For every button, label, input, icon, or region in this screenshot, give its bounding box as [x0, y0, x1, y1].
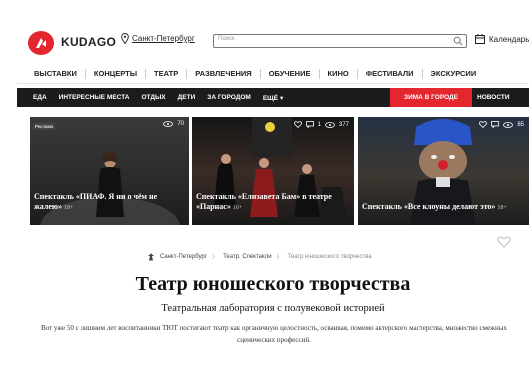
- heart-icon[interactable]: [479, 121, 488, 128]
- card-title: Спектакль «ПИАФ. Я ни о чём не жалею» 18…: [34, 192, 185, 213]
- eye-icon: [163, 121, 174, 127]
- city-name[interactable]: Санкт-Петербург: [132, 34, 195, 43]
- featured-cards: Реклама 70 Спектакль «ПИАФ. Я ни о чём н…: [17, 117, 529, 225]
- cat-cinema[interactable]: КИНО: [320, 68, 358, 79]
- location-pin-icon: [121, 33, 129, 44]
- cat-concerts[interactable]: КОНЦЕРТЫ: [86, 68, 147, 79]
- views-count: 70: [177, 121, 184, 127]
- sub-food[interactable]: ЕДА: [17, 94, 53, 101]
- sub-more-dropdown[interactable]: ЕЩЁ ▾: [257, 94, 289, 102]
- breadcrumb-city[interactable]: Санкт-Петербург: [160, 254, 207, 260]
- breadcrumb-current: Театр юношеского творчества: [287, 253, 372, 260]
- sub-outside-city[interactable]: ЗА ГОРОДОМ: [201, 94, 257, 101]
- page: KUDAGO Санкт-Петербург Поиск Календарь В…: [17, 20, 529, 369]
- sub-kids[interactable]: ДЕТИ: [172, 94, 202, 101]
- age-rating: 16+: [232, 205, 243, 211]
- event-card[interactable]: 1 377 Спектакль «Елизавета Бам» в театре…: [192, 117, 354, 225]
- winter-in-city-button[interactable]: ЗИМА В ГОРОДЕ: [390, 88, 472, 107]
- card-stats: 70: [163, 121, 184, 127]
- sub-places[interactable]: ИНТЕРЕСНЫЕ МЕСТА: [53, 94, 136, 101]
- home-icon[interactable]: [147, 253, 155, 261]
- sub-rest[interactable]: ОТДЫХ: [135, 94, 171, 101]
- event-card[interactable]: 85 Спектакль «Все клоуны делают это» 18+: [358, 117, 529, 225]
- calendar-link[interactable]: Календарь: [475, 34, 529, 44]
- calendar-icon: [475, 34, 485, 44]
- search-placeholder: Поиск: [218, 36, 235, 42]
- ad-tag: Реклама: [33, 123, 56, 130]
- category-menu: ВЫСТАВКИ КОНЦЕРТЫ ТЕАТР РАЗВЛЕЧЕНИЯ ОБУЧ…: [17, 64, 529, 84]
- breadcrumb-separator: 〉: [276, 255, 283, 261]
- cat-education[interactable]: ОБУЧЕНИЕ: [261, 68, 320, 79]
- eye-icon: [325, 121, 335, 128]
- card-stats: 1 377: [293, 121, 349, 128]
- card-title-text: Спектакль «ПИАФ. Я ни о чём не жалею»: [34, 192, 158, 211]
- breadcrumb-category[interactable]: Театр. Спектакли: [223, 254, 271, 260]
- cat-festivals[interactable]: ФЕСТИВАЛИ: [358, 68, 423, 79]
- heart-icon[interactable]: [293, 121, 302, 128]
- logo-mark-icon[interactable]: [28, 31, 54, 55]
- card-stats: 85: [479, 121, 524, 128]
- eye-icon: [503, 121, 514, 128]
- search-input[interactable]: Поиск: [213, 34, 467, 48]
- page-title: Театр юношеского творчества: [135, 273, 411, 295]
- logo-text[interactable]: KUDAGO: [61, 35, 116, 49]
- cat-excursions[interactable]: ЭКСКУРСИИ: [423, 69, 485, 79]
- comment-icon: [305, 121, 314, 128]
- age-rating: 18+: [497, 205, 507, 211]
- cat-exhibitions[interactable]: ВЫСТАВКИ: [17, 68, 86, 79]
- page-subtitle: Театральная лаборатория с полувековой ис…: [161, 303, 385, 314]
- cat-entertainment[interactable]: РАЗВЛЕЧЕНИЯ: [187, 68, 261, 79]
- breadcrumb: Санкт-Петербург 〉 Театр. Спектакли 〉 Теа…: [147, 252, 372, 261]
- card-title: Спектакль «Все клоуны делают это» 18+: [362, 202, 525, 213]
- card-title-text: Спектакль «Все клоуны делают это»: [362, 202, 496, 211]
- news-link[interactable]: НОВОСТИ: [477, 88, 510, 107]
- comments-count: 1: [317, 121, 321, 128]
- event-card[interactable]: Реклама 70 Спектакль «ПИАФ. Я ни о чём н…: [30, 117, 189, 225]
- page-description: Вот уже 50 с лишним лет воспитанники ТЮТ…: [41, 324, 507, 344]
- views-count: 377: [338, 121, 349, 128]
- age-rating: 18+: [64, 205, 74, 211]
- favorite-heart-icon[interactable]: [497, 236, 511, 248]
- city-selector[interactable]: Санкт-Петербург: [121, 33, 195, 44]
- views-count: 85: [517, 121, 524, 128]
- card-title-text: Спектакль «Елизавета Бам» в театре «Парн…: [196, 192, 332, 211]
- cat-theatre[interactable]: ТЕАТР: [146, 68, 188, 79]
- search-icon[interactable]: [453, 36, 463, 46]
- calendar-label: Календарь: [489, 34, 529, 44]
- card-title: Спектакль «Елизавета Бам» в театре «Парн…: [196, 192, 350, 213]
- submenu: ЕДА ИНТЕРЕСНЫЕ МЕСТА ОТДЫХ ДЕТИ ЗА ГОРОД…: [17, 88, 529, 107]
- site-header: KUDAGO Санкт-Петербург Поиск Календарь: [17, 20, 529, 60]
- breadcrumb-separator: 〉: [212, 255, 219, 261]
- comment-icon: [491, 121, 500, 128]
